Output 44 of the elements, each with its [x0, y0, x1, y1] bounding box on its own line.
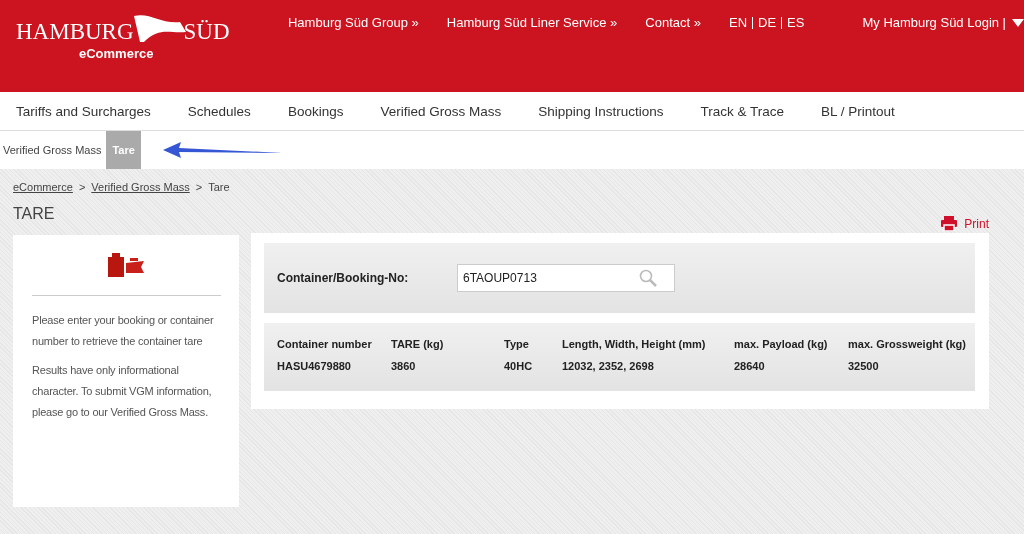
header-link[interactable]: Hamburg Süd Group » [288, 15, 419, 30]
table-cell-text: 28640 [734, 360, 766, 372]
nav-tab[interactable]: Verified Gross Mass [380, 103, 502, 119]
page-title: TARE [13, 205, 55, 223]
header-link[interactable]: Contact » [645, 15, 701, 30]
nav-tab[interactable]: Tariffs and Surcharges [16, 103, 151, 119]
column-header: Type [504, 338, 530, 350]
breadcrumb-current: Tare [208, 181, 230, 193]
table-cell: 32500 [848, 360, 879, 372]
breadcrumb-separator: > [195, 181, 203, 193]
caret-icon[interactable] [1012, 18, 1024, 27]
column-header: max. Payload (kg) [734, 338, 829, 350]
language-link[interactable]: EN [728, 15, 748, 30]
field-label: Container/Booking-No: [277, 271, 410, 285]
info-text: Please enter your booking or container number to retrieve the container tare [32, 313, 215, 349]
sub-tab[interactable]: Verified Gross Mass [3, 131, 107, 169]
info-text: Results have only informational character. To submit VGM information, please go to our Verified Gross Mass. [32, 363, 213, 420]
logo-subtitle: eCommerce [79, 46, 154, 61]
weight-ship-icon [107, 253, 146, 277]
table-cell-text: 3860 [391, 360, 417, 372]
column-header: max. Grossweight (kg) [848, 338, 966, 350]
nav-tab[interactable]: Schedules [187, 103, 251, 119]
breadcrumb-link[interactable]: Verified Gross Mass [91, 181, 190, 193]
header-link[interactable]: Hamburg Süd Liner Service » [446, 15, 618, 30]
nav-tab[interactable]: Track & Trace [700, 103, 785, 119]
breadcrumb-separator: > [78, 181, 86, 193]
language-link[interactable]: DE [758, 15, 777, 30]
nav-tab[interactable]: Shipping Instructions [538, 103, 664, 119]
language-link[interactable]: ES [787, 15, 805, 30]
column-header: TARE (kg) [391, 338, 445, 350]
search-field[interactable]: 6TAOUP0713 [457, 264, 675, 292]
print-link[interactable]: Print [941, 216, 989, 231]
logo-text: HAMBURG [16, 19, 134, 45]
table-cell-text: HASU4679880 [277, 360, 352, 372]
logo-text: SÜD [183, 19, 230, 45]
login-link[interactable]: My Hamburg Süd Login | [862, 15, 1006, 30]
printer-icon [941, 216, 958, 231]
table-cell-text: 40HC [504, 360, 534, 372]
column-header: Container number [277, 338, 373, 350]
column-header: Length, Width, Height (mm) [562, 338, 707, 350]
nav-tab[interactable]: BL / Printout [821, 103, 895, 119]
nav-tab[interactable]: Bookings [287, 103, 344, 119]
table-cell-text: 12032, 2352, 2698 [562, 360, 655, 372]
breadcrumb-link[interactable]: eCommerce [13, 181, 73, 193]
